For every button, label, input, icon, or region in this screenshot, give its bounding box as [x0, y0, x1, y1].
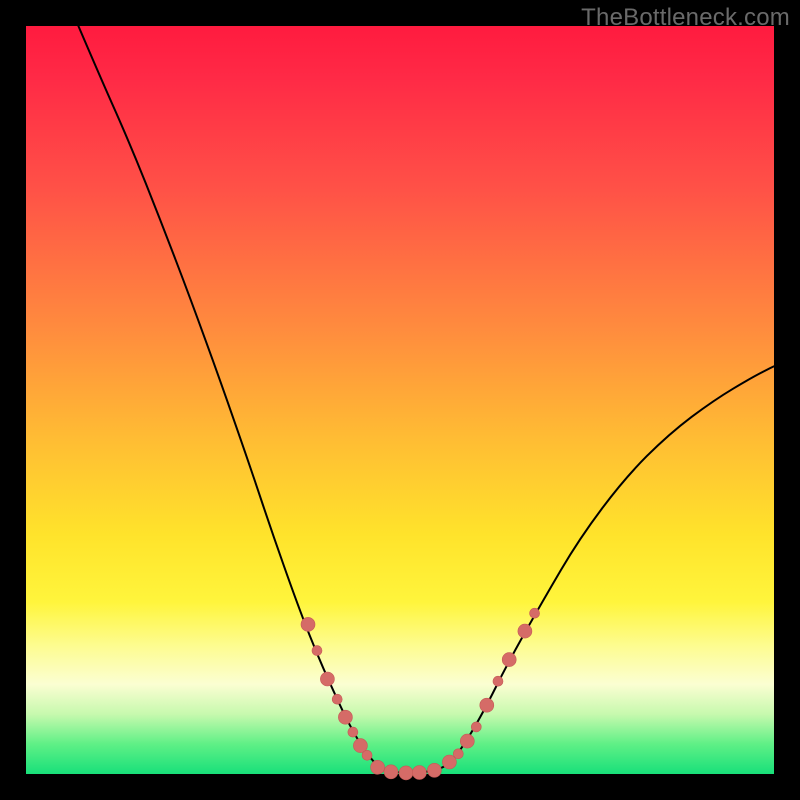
data-marker: [362, 750, 372, 760]
data-marker: [471, 722, 481, 732]
chart-frame: TheBottleneck.com: [0, 0, 800, 800]
data-marker: [320, 672, 334, 686]
data-marker: [371, 760, 385, 774]
data-marker: [301, 617, 315, 631]
data-marker: [427, 763, 441, 777]
data-marker: [493, 676, 503, 686]
data-marker: [480, 698, 494, 712]
data-marker: [399, 766, 413, 780]
data-marker: [338, 710, 352, 724]
watermark-text: TheBottleneck.com: [581, 4, 790, 32]
data-marker: [530, 608, 540, 618]
chart-svg: [26, 26, 774, 774]
marker-layer: [301, 608, 540, 780]
data-marker: [332, 694, 342, 704]
data-marker: [412, 766, 426, 780]
data-marker: [348, 727, 358, 737]
data-marker: [384, 765, 398, 779]
data-marker: [460, 734, 474, 748]
data-marker: [502, 653, 516, 667]
data-marker: [312, 646, 322, 656]
chart-plot-area: [26, 26, 774, 774]
data-marker: [453, 749, 463, 759]
data-marker: [518, 624, 532, 638]
bottleneck-curve: [78, 26, 774, 773]
